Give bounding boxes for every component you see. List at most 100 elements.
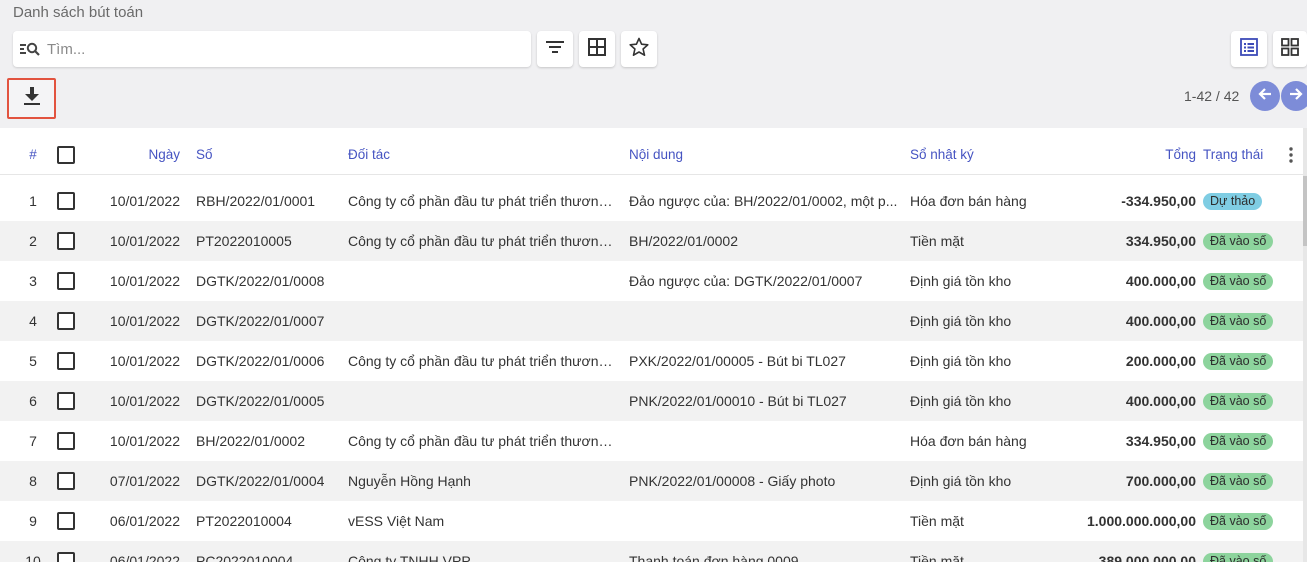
table-row[interactable]: 10 06/01/2022 PC2022010004 Công ty TNHH VPP… <box>0 541 1303 562</box>
header-journal[interactable]: Sổ nhật ký <box>910 135 1070 175</box>
status-cell: Đã vào số <box>1203 501 1278 541</box>
journal-name: Định giá tồn kho <box>910 313 1012 329</box>
partner-name <box>348 381 618 421</box>
entry-total: 334.950,00 <box>1125 233 1196 249</box>
row-number: 9 <box>29 513 37 529</box>
row-number: 7 <box>29 433 37 449</box>
pager-previous-button[interactable] <box>1250 81 1280 111</box>
status-cell: Đã vào số <box>1203 461 1278 501</box>
status-cell: Đã vào số <box>1203 341 1278 381</box>
row-checkbox[interactable] <box>57 341 75 381</box>
partner-name <box>348 261 618 301</box>
entry-total: 200.000,00 <box>1125 353 1196 369</box>
entry-content: PNK/2022/01/00008 - Giấy photo <box>629 473 836 489</box>
partner-name: Công ty TNHH VPP <box>348 553 471 562</box>
search-bar[interactable] <box>13 31 531 67</box>
table-row[interactable]: 1 10/01/2022 RBH/2022/01/0001 Công ty cổ ph… <box>0 181 1303 221</box>
row-checkbox[interactable] <box>57 301 75 341</box>
partner-name: Công ty cổ phần đầu tư phát triển thương… <box>348 233 618 249</box>
header-partner[interactable]: Đối tác <box>348 135 618 175</box>
table-row[interactable]: 7 10/01/2022 BH/2022/01/0002 Công ty cổ phầ… <box>0 421 1303 461</box>
status-badge: Đã vào số <box>1203 552 1274 562</box>
entry-number: PT2022010004 <box>196 513 292 529</box>
entry-date: 10/01/2022 <box>109 273 180 289</box>
partner-name: Nguyễn Hồng Hạnh <box>348 473 471 489</box>
table-header: # Ngày Số Đối tác Nội dung Sổ nhật ký Tổ… <box>0 135 1303 175</box>
table-row[interactable]: 9 06/01/2022 PT2022010004 vESS Việt Nam Tiền… <box>0 501 1303 541</box>
status-cell: Đã vào số <box>1203 261 1278 301</box>
entry-content: PXK/2022/01/00005 - Bút bi TL027 <box>629 353 846 369</box>
search-input[interactable] <box>47 40 507 58</box>
group-by-button[interactable] <box>579 31 615 67</box>
filter-lines-icon <box>546 40 564 59</box>
entry-content: Đảo ngược của: BH/2022/01/0002, một p... <box>629 193 898 209</box>
row-checkbox[interactable] <box>57 261 75 301</box>
entry-total: 400.000,00 <box>1125 313 1196 329</box>
entry-total: 389.000.000,00 <box>1098 553 1196 562</box>
status-badge: Đã vào số <box>1203 232 1274 250</box>
search-icon <box>13 31 47 67</box>
row-number: 10 <box>25 553 41 562</box>
select-all-checkbox[interactable] <box>57 135 75 175</box>
list-view-button[interactable] <box>1231 31 1267 67</box>
star-outline-icon <box>629 37 649 62</box>
header-total[interactable]: Tổng <box>1060 135 1196 175</box>
row-checkbox[interactable] <box>57 501 75 541</box>
status-cell: Đã vào số <box>1203 381 1278 421</box>
control-panel: Danh sách bút toán Tìm... 1-42 / 42 <box>0 0 1307 128</box>
status-badge: Đã vào số <box>1203 432 1274 450</box>
status-cell: Đã vào số <box>1203 421 1278 461</box>
entry-date: 10/01/2022 <box>109 433 180 449</box>
column-options-icon[interactable] <box>1284 135 1298 175</box>
status-cell: Đã vào số <box>1203 541 1278 562</box>
arrow-left-icon <box>1258 87 1272 106</box>
entry-content <box>629 501 899 541</box>
entry-date: 06/01/2022 <box>109 513 180 529</box>
journal-name: Tiền mặt <box>910 513 964 529</box>
row-checkbox[interactable] <box>57 541 75 562</box>
pager-next-button[interactable] <box>1281 81 1307 111</box>
table-row[interactable]: 2 10/01/2022 PT2022010005 Công ty cổ phần đ… <box>0 221 1303 261</box>
kanban-view-button[interactable] <box>1273 31 1307 67</box>
table-row[interactable]: 6 10/01/2022 DGTK/2022/01/0005 PNK/2022/01/… <box>0 381 1303 421</box>
filter-button[interactable] <box>537 31 573 67</box>
table-row[interactable]: 8 07/01/2022 DGTK/2022/01/0004 Nguyễn Hồng … <box>0 461 1303 501</box>
status-badge: Đã vào số <box>1203 352 1274 370</box>
header-content[interactable]: Nội dung <box>629 135 899 175</box>
journal-name: Định giá tồn kho <box>910 353 1012 369</box>
journal-entries-table: # Ngày Số Đối tác Nội dung Sổ nhật ký Tổ… <box>0 128 1307 562</box>
partner-name <box>348 301 618 341</box>
table-row[interactable]: 4 10/01/2022 DGTK/2022/01/0007 Định giá tồn… <box>0 301 1303 341</box>
entry-total: 1.000.000.000,00 <box>1087 513 1196 529</box>
status-badge: Đã vào số <box>1203 272 1274 290</box>
journal-name: Tiền mặt <box>910 553 964 562</box>
row-checkbox[interactable] <box>57 421 75 461</box>
entry-total: 400.000,00 <box>1125 393 1196 409</box>
list-view-icon <box>1240 37 1258 61</box>
partner-name: vESS Việt Nam <box>348 513 445 529</box>
download-button[interactable] <box>7 78 56 119</box>
header-date[interactable]: Ngày <box>96 135 180 175</box>
entry-content <box>629 301 899 341</box>
entry-number: DGTK/2022/01/0005 <box>196 393 325 409</box>
status-badge: Đã vào số <box>1203 472 1274 490</box>
header-number[interactable]: Số <box>196 135 341 175</box>
entry-number: DGTK/2022/01/0006 <box>196 353 325 369</box>
row-checkbox[interactable] <box>57 181 75 221</box>
journal-name: Định giá tồn kho <box>910 273 1012 289</box>
entry-date: 10/01/2022 <box>109 193 180 209</box>
entry-date: 07/01/2022 <box>109 473 180 489</box>
favorite-button[interactable] <box>621 31 657 67</box>
entry-content: BH/2022/01/0002 <box>629 233 738 249</box>
row-checkbox[interactable] <box>57 461 75 501</box>
entry-number: DGTK/2022/01/0004 <box>196 473 325 489</box>
row-checkbox[interactable] <box>57 381 75 421</box>
table-row[interactable]: 3 10/01/2022 DGTK/2022/01/0008 Đảo ngược củ… <box>0 261 1303 301</box>
pager-value[interactable]: 1-42 / 42 <box>1184 88 1239 104</box>
table-row[interactable]: 5 10/01/2022 DGTK/2022/01/0006 Công ty cổ p… <box>0 341 1303 381</box>
header-status[interactable]: Trạng thái <box>1203 135 1278 175</box>
row-checkbox[interactable] <box>57 221 75 261</box>
status-cell: Dự thảo <box>1203 181 1278 221</box>
scrollbar-thumb[interactable] <box>1303 176 1307 246</box>
entry-date: 10/01/2022 <box>109 393 180 409</box>
